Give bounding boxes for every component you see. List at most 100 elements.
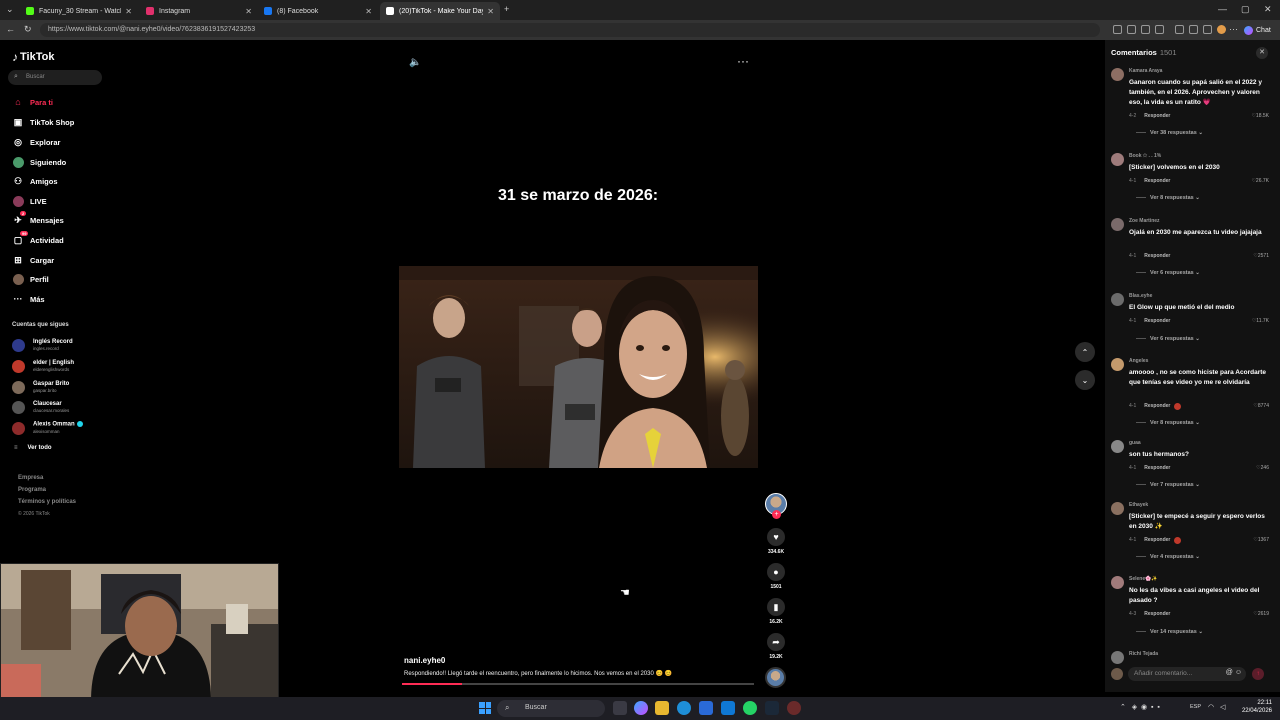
minimize-icon[interactable]: — [1218,4,1227,14]
copilot-icon[interactable] [634,701,648,715]
followed-account[interactable]: Alexis Omman alexisomman [12,419,83,437]
reply-button[interactable]: Responder [1144,113,1170,119]
taskbar-search[interactable]: ⌕ Buscar [497,700,605,717]
back-icon[interactable]: ← [6,24,15,34]
video-frame[interactable] [399,266,758,468]
avatar[interactable] [1111,153,1124,166]
chevron-up-icon[interactable]: ⌃ [1120,704,1126,711]
speaker-icon[interactable]: ◁ [1220,703,1225,711]
sidebar-item-actividad[interactable]: ▢ 99 Actividad [12,231,64,247]
tab-tiktok[interactable]: (20)TikTok - Make Your Day ✕ [380,2,500,20]
add-comment-input[interactable]: Añadir comentario... @ ☺ [1128,667,1246,681]
new-tab-button[interactable]: + [504,4,509,14]
reply-button[interactable]: Responder [1144,465,1170,471]
view-replies-button[interactable]: Ver 38 respuestas ⌄ [1136,130,1203,136]
followed-account[interactable]: Inglés Record ingles.record [12,336,73,354]
comment-button[interactable]: ● 1501 [764,563,788,590]
footer-terms[interactable]: Términos y políticas [18,499,76,505]
comment-user[interactable]: Kamara Araya [1129,68,1162,74]
comment-user[interactable]: Selene🌸✨ [1129,576,1158,582]
task-view-icon[interactable] [613,701,627,715]
video-progress-bar[interactable] [402,683,754,685]
mail-icon[interactable] [721,701,735,715]
view-replies-button[interactable]: Ver 6 respuestas ⌄ [1136,336,1200,342]
comment-likes[interactable]: ♡11.7K [1252,318,1269,324]
volume-icon[interactable]: 🔈 [409,57,421,68]
sidebar-item-tiktok-shop[interactable]: ▣ TikTok Shop [12,115,75,129]
favorites-icon[interactable] [1189,25,1198,34]
reply-button[interactable]: Responder [1144,403,1170,410]
avatar[interactable] [1111,358,1124,371]
comment-user[interactable]: Zoe Martinez [1129,218,1160,224]
comment-likes[interactable]: ♡8774 [1253,403,1269,410]
view-replies-button[interactable]: Ver 8 respuestas ⌄ [1136,195,1200,201]
url-field[interactable]: https://www.tiktok.com/@nani.eyhe0/video… [40,23,1100,37]
followed-account[interactable]: elder | English elderenglishwords [12,357,74,375]
system-tray[interactable]: ⌃ ◈ ◉ ▪ ▪ [1120,703,1160,711]
view-replies-button[interactable]: Ver 4 respuestas ⌄ [1136,554,1200,560]
windows-start-icon[interactable] [479,702,491,714]
comment-user[interactable]: Book ✩ . . 1% [1129,153,1161,159]
comment-user[interactable]: guaa [1129,440,1141,446]
comment-likes[interactable]: ♡18.5K [1251,113,1269,119]
tray-app-icon[interactable]: ◉ [1141,704,1147,711]
read-aloud-icon[interactable] [1127,25,1136,34]
file-explorer-icon[interactable] [655,701,669,715]
sidebar-item-cargar[interactable]: ⊞ Cargar [12,253,54,267]
followed-account[interactable]: Gaspar Brito gaspar.brito [12,378,69,396]
view-replies-button[interactable]: Ver 8 respuestas ⌄ [1136,420,1200,426]
tray-app-icon[interactable]: ▪ [1151,704,1153,711]
comment-user[interactable]: Blas.eyhe [1129,293,1152,299]
comment-likes[interactable]: ♡246 [1256,465,1269,471]
close-icon[interactable]: ✕ [125,7,132,16]
search-input[interactable]: ⌕ Buscar [8,70,102,85]
footer-empresa[interactable]: Empresa [18,475,43,481]
tray-app-icon[interactable]: ▪ [1157,704,1159,711]
view-replies-button[interactable]: Ver 14 respuestas ⌄ [1136,629,1203,635]
reply-button[interactable]: Responder [1144,178,1170,184]
wifi-icon[interactable]: ◠ [1208,703,1214,711]
sidebar-item-perfil[interactable]: Perfil [12,272,49,286]
system-clock[interactable]: 22:11 22/04/2026 [1232,699,1272,715]
reply-button[interactable]: Responder [1144,611,1170,617]
sidebar-item-mensajes[interactable]: ✈ 2 Mensajes [12,211,64,227]
whatsapp-icon[interactable] [743,701,757,715]
tiktok-logo[interactable]: ♪ TikTok [12,50,54,64]
close-window-icon[interactable]: ✕ [1264,4,1272,15]
tray-app-icon[interactable]: ◈ [1132,704,1137,711]
language-indicator[interactable]: ESP [1190,704,1201,710]
comment-user[interactable]: Angeles [1129,358,1148,364]
extensions-icon[interactable] [1175,25,1184,34]
followed-account[interactable]: Claucesar claucesar.morales [12,398,69,416]
share-button[interactable]: ➦ 19.2K [764,633,788,660]
settings-more-icon[interactable]: ··· [1229,24,1238,34]
copilot-chat-button[interactable]: Chat [1244,24,1271,36]
close-icon[interactable]: ✕ [365,7,372,16]
footer-programa[interactable]: Programa [18,487,46,493]
collections-icon[interactable] [1203,25,1212,34]
more-options-icon[interactable]: ··· [737,54,749,68]
sidebar-item-para-ti[interactable]: ⌂ Para ti [12,95,53,109]
sidebar-item-amigos[interactable]: ⚇ Amigos [12,174,58,188]
like-button[interactable]: ♥ 334.6K [764,528,788,555]
tab-instagram[interactable]: Instagram ✕ [140,2,258,20]
sidebar-item-siguiendo[interactable]: Siguiendo [12,155,66,169]
store-icon[interactable] [699,701,713,715]
avatar[interactable] [1111,651,1124,664]
avatar[interactable] [1111,218,1124,231]
sidebar-item-explorar[interactable]: ◎ Explorar [12,135,60,149]
maximize-icon[interactable]: ▢ [1241,4,1250,15]
favorite-star-icon[interactable] [1155,25,1164,34]
send-comment-button[interactable]: ↑ [1252,668,1264,680]
comment-likes[interactable]: ♡26.7K [1251,178,1269,184]
comment-user[interactable]: Ethayek [1129,502,1148,508]
profile-avatar[interactable] [1217,25,1226,34]
comment-user[interactable]: Richi Tejada [1129,651,1158,657]
save-button[interactable]: ▮ 16.2K [764,598,788,625]
close-icon[interactable]: ✕ [245,7,252,16]
comment-likes[interactable]: ♡1367 [1253,537,1269,544]
follow-plus-icon[interactable]: + [772,510,781,519]
avatar[interactable] [1111,502,1124,515]
mention-icon[interactable]: @ [1226,669,1233,676]
close-icon[interactable]: ✕ [487,7,494,16]
